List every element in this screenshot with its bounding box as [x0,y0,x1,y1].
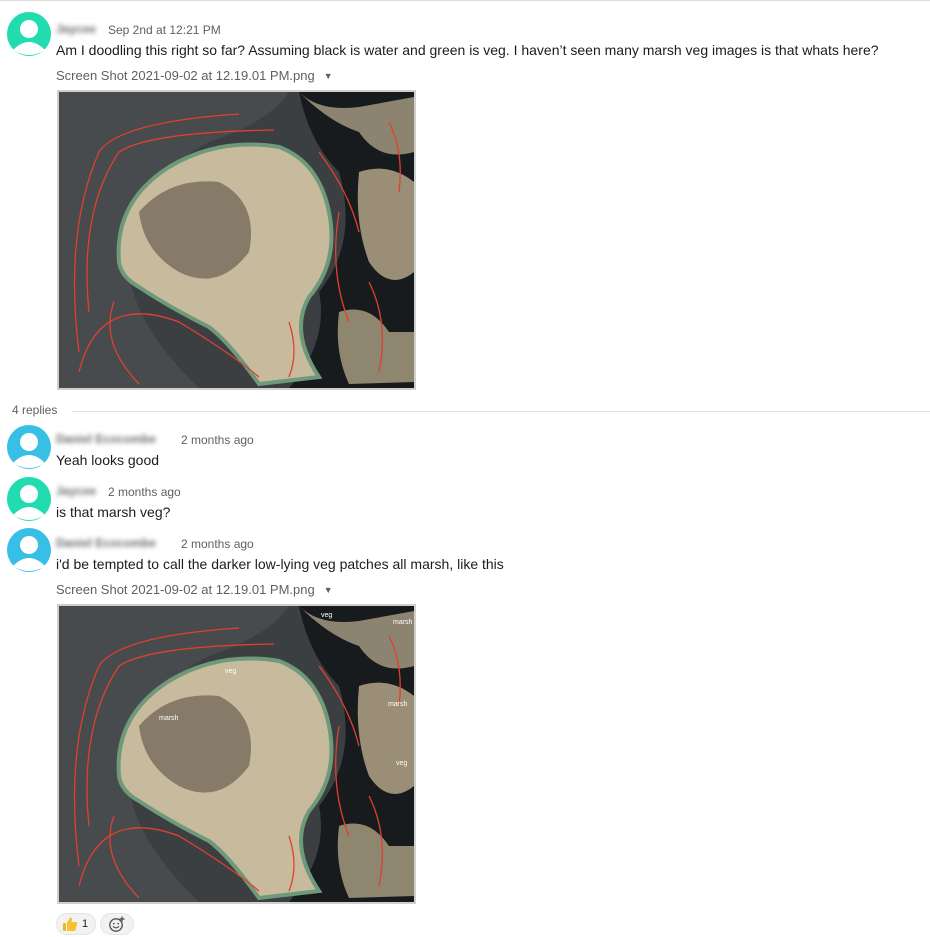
avatar-daniel[interactable] [4,528,54,572]
caret-down-icon[interactable]: ▼ [324,71,333,81]
attachment-filename-label: Screen Shot 2021-09-02 at 12.19.01 PM.pn… [56,582,315,597]
author-name[interactable]: Daniel Ecocombe [56,536,156,550]
message-text: Am I doodling this right so far? Assumin… [56,42,879,58]
top-divider [0,0,930,1]
add-reaction-button[interactable] [100,913,134,935]
avatar-jaycee[interactable] [4,477,54,521]
image-label-veg: veg [396,760,407,767]
thread-replies-header: 4 replies [12,403,930,419]
thumbs-up-icon [62,916,78,932]
replies-count[interactable]: 4 replies [12,403,57,417]
caret-down-icon[interactable]: ▼ [324,585,333,595]
author-name[interactable]: Jaycee [56,22,96,36]
reply-text: is that marsh veg? [56,504,171,520]
attachment-filename[interactable]: Screen Shot 2021-09-02 at 12.19.01 PM.pn… [56,68,333,83]
image-label-marsh: marsh [159,715,179,722]
replies-divider [72,411,930,412]
reply-text: i'd be tempted to call the darker low-ly… [56,556,504,572]
reply-text: Yeah looks good [56,452,160,468]
add-reaction-icon [108,915,126,933]
timestamp[interactable]: 2 months ago [181,537,254,551]
attachment-filename[interactable]: Screen Shot 2021-09-02 at 12.19.01 PM.pn… [56,582,333,597]
author-name[interactable]: Daniel Ecocombe [56,432,156,446]
attachment-image-annotated[interactable]: veg marsh veg marsh marsh veg [57,604,416,904]
timestamp[interactable]: Sep 2nd at 12:21 PM [108,23,221,37]
reaction-count: 1 [82,918,89,930]
author-name[interactable]: Jaycee [56,484,96,498]
timestamp[interactable]: 2 months ago [181,433,254,447]
thumbs-up-reaction[interactable]: 1 [56,913,96,935]
avatar-jaycee[interactable] [4,12,54,56]
image-label-veg: veg [225,668,236,675]
attachment-filename-label: Screen Shot 2021-09-02 at 12.19.01 PM.pn… [56,68,315,83]
timestamp[interactable]: 2 months ago [108,485,181,499]
image-label-veg: veg [321,612,332,619]
image-label-marsh: marsh [388,701,408,708]
image-label-marsh: marsh [393,619,413,626]
avatar-daniel[interactable] [4,425,54,469]
attachment-image[interactable] [57,90,416,390]
